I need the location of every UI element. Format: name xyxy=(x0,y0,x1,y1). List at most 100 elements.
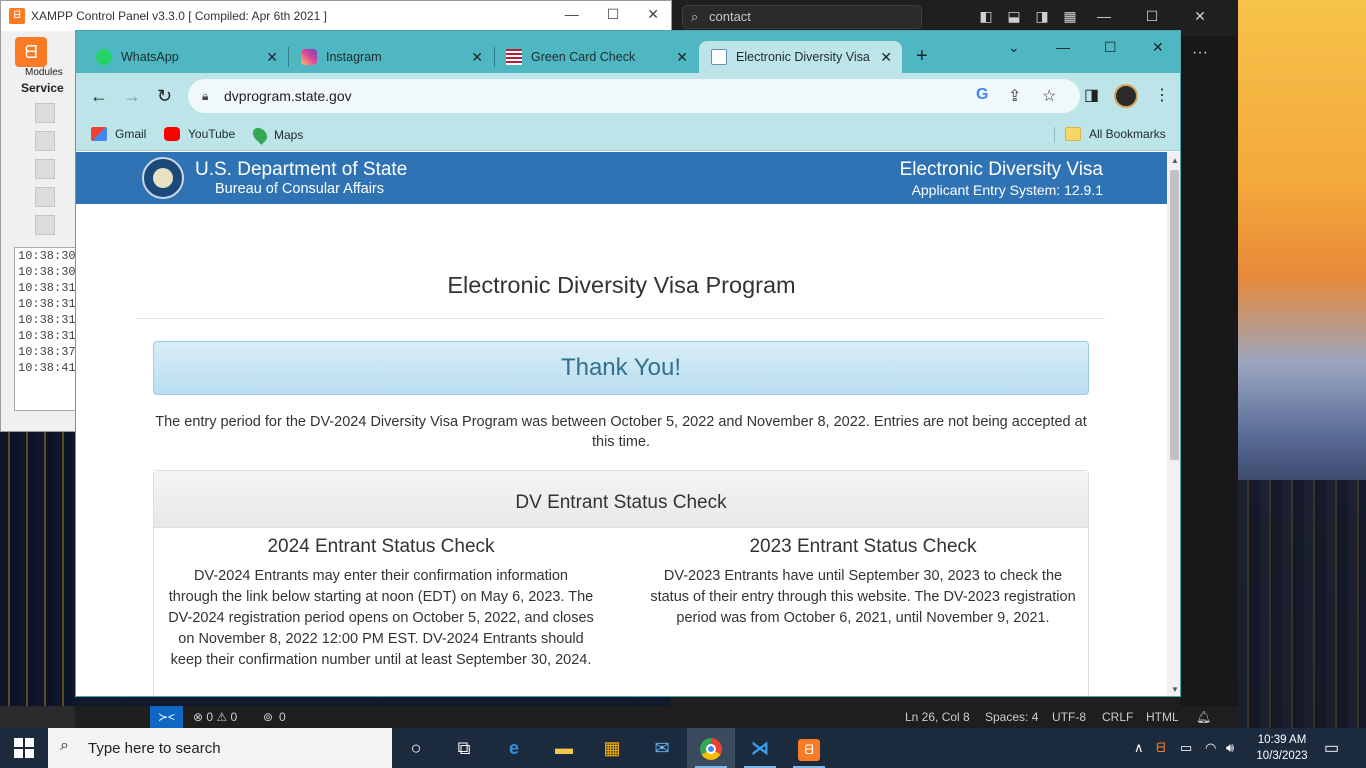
share-icon[interactable]: ⇪ xyxy=(1008,86,1021,106)
customize-layout-icon[interactable]: ▦ xyxy=(1060,8,1080,25)
line-ending[interactable]: CRLF xyxy=(1102,710,1133,724)
windows-start-icon[interactable] xyxy=(14,738,34,758)
cortana-icon[interactable]: ○ xyxy=(392,728,440,768)
xampp-minimize-icon[interactable]: — xyxy=(565,6,579,23)
service-checkbox[interactable] xyxy=(35,215,55,235)
forward-icon[interactable]: → xyxy=(123,86,141,107)
scroll-up-icon[interactable]: ▲ xyxy=(1171,156,1179,165)
menu-kebab-icon[interactable]: ⋮ xyxy=(1154,85,1170,105)
log-line: 10:38:31 A xyxy=(18,297,84,311)
profile-avatar[interactable] xyxy=(1114,84,1138,108)
tab-label: Instagram xyxy=(326,50,382,64)
xampp-taskbar-icon[interactable]: ᗺ xyxy=(785,728,833,768)
service-checkbox[interactable] xyxy=(35,131,55,151)
mail-icon[interactable]: ✉ xyxy=(638,728,686,768)
bureau-name: Bureau of Consular Affairs xyxy=(215,181,384,197)
xampp-tray-icon[interactable]: ᗺ xyxy=(1156,740,1165,756)
close-tab-icon[interactable]: ✕ xyxy=(266,49,278,66)
editor-maximize-icon[interactable]: ☐ xyxy=(1142,8,1162,25)
xampp-log-panel[interactable]: 10:38:30 A 10:38:30 A 10:38:31 A 10:38:3… xyxy=(14,247,84,411)
bookmark-gmail[interactable]: Gmail xyxy=(91,127,146,141)
log-line: 10:38:31 A xyxy=(18,313,84,327)
language-mode[interactable]: HTML xyxy=(1146,710,1179,724)
back-icon[interactable]: ← xyxy=(90,86,108,107)
address-url: dvprogram.state.gov xyxy=(224,88,352,104)
notifications-bell-icon[interactable]: 🔔︎ xyxy=(1196,710,1211,724)
clock-time: 10:39 AM xyxy=(1257,734,1307,746)
page-icon xyxy=(711,49,727,65)
bookmark-maps[interactable]: Maps xyxy=(250,125,304,145)
browser-toolbar: ← → ↻ 🔒︎ dvprogram.state.gov G ⇪ ☆ ◨ ⋮ xyxy=(76,73,1180,119)
remote-indicator-icon[interactable]: ≻< xyxy=(150,706,183,728)
battery-icon[interactable]: ▭ xyxy=(1180,740,1192,756)
address-bar[interactable]: 🔒︎ dvprogram.state.gov G ⇪ ☆ xyxy=(188,79,1080,113)
editor-statusbar: ≻< ⊗ 0 ⚠ 0 ⊚ 0 Ln 26, Col 8 Spaces: 4 UT… xyxy=(75,706,1238,728)
ports-icon[interactable]: ⊚ xyxy=(263,710,273,724)
scrollbar-thumb[interactable] xyxy=(1170,170,1179,460)
tab-whatsapp[interactable]: WhatsApp ✕ xyxy=(76,41,288,73)
file-explorer-icon[interactable]: ▬ xyxy=(540,728,588,768)
google-lens-icon[interactable]: G xyxy=(976,86,988,104)
department-name: U.S. Department of State xyxy=(195,159,408,180)
encoding[interactable]: UTF-8 xyxy=(1052,710,1086,724)
browser-window: WhatsApp ✕ Instagram ✕ Green Card Check … xyxy=(75,30,1181,697)
editor-close-icon[interactable]: ✕ xyxy=(1190,8,1210,25)
maps-icon xyxy=(250,125,270,145)
side-panel-icon[interactable]: ◨ xyxy=(1084,85,1099,105)
taskbar-search[interactable]: ⌕ Type here to search xyxy=(48,728,392,768)
microsoft-store-icon[interactable]: ▦ xyxy=(588,728,636,768)
whatsapp-icon xyxy=(96,49,112,65)
all-bookmarks[interactable]: All Bookmarks xyxy=(1065,127,1166,141)
chrome-icon[interactable] xyxy=(687,728,735,768)
volume-icon[interactable]: 🔊︎ xyxy=(1226,740,1234,756)
toggle-sidebar-icon[interactable]: ◧ xyxy=(976,8,996,25)
toggle-secondary-sidebar-icon[interactable]: ◨ xyxy=(1032,8,1052,25)
ports-count[interactable]: 0 xyxy=(279,710,286,724)
browser-close-icon[interactable]: ✕ xyxy=(1152,39,1164,56)
close-tab-icon[interactable]: ✕ xyxy=(676,49,688,66)
service-checkbox[interactable] xyxy=(35,159,55,179)
bookmark-star-icon[interactable]: ☆ xyxy=(1042,86,1056,106)
editor-search-box[interactable]: ⌕ contact xyxy=(682,5,922,29)
xampp-close-icon[interactable]: ✕ xyxy=(647,6,659,23)
service-checkbox[interactable] xyxy=(35,187,55,207)
toggle-panel-icon[interactable]: ⬓ xyxy=(1004,8,1024,25)
system-clock[interactable]: 10:39 AM 10/3/2023 xyxy=(1254,732,1310,764)
bookmark-youtube[interactable]: YouTube xyxy=(164,127,235,141)
page-scrollbar[interactable]: ▲ ▼ xyxy=(1167,152,1180,696)
problems-indicator[interactable]: ⊗ 0 ⚠ 0 xyxy=(193,710,237,724)
service-checkbox[interactable] xyxy=(35,103,55,123)
close-tab-icon[interactable]: ✕ xyxy=(880,49,892,66)
new-tab-icon[interactable]: + xyxy=(916,45,928,68)
action-center-icon[interactable]: ▭ xyxy=(1324,738,1339,758)
indentation[interactable]: Spaces: 4 xyxy=(985,710,1038,724)
tab-electronic-diversity-visa[interactable]: Electronic Diversity Visa ✕ xyxy=(699,41,902,73)
close-tab-icon[interactable]: ✕ xyxy=(471,49,483,66)
divider xyxy=(137,318,1105,319)
log-line: 10:38:31 A xyxy=(18,281,84,295)
vscode-icon[interactable]: ⋊ xyxy=(736,728,784,768)
tab-search-icon[interactable]: ⌄ xyxy=(1008,39,1020,56)
tab-green-card-check[interactable]: Green Card Check ✕ xyxy=(486,41,698,73)
scroll-down-icon[interactable]: ▼ xyxy=(1171,685,1179,694)
log-line: 10:38:31 A xyxy=(18,329,84,343)
thank-you-alert: Thank You! xyxy=(153,341,1089,395)
reload-icon[interactable]: ↻ xyxy=(157,86,172,107)
task-view-icon[interactable]: ⧉ xyxy=(440,728,488,768)
edge-icon[interactable]: e xyxy=(490,728,538,768)
cursor-position[interactable]: Ln 26, Col 8 xyxy=(905,710,970,724)
wifi-icon[interactable]: ◠ xyxy=(1205,740,1216,756)
gmail-icon xyxy=(91,127,107,141)
more-actions-icon[interactable]: ··· xyxy=(1192,44,1208,62)
browser-maximize-icon[interactable]: ☐ xyxy=(1104,39,1117,56)
status-check-2024-heading: 2024 Entrant Status Check xyxy=(267,536,495,557)
xampp-maximize-icon[interactable]: ☐ xyxy=(607,6,620,23)
browser-minimize-icon[interactable]: — xyxy=(1056,39,1070,55)
tab-instagram[interactable]: Instagram ✕ xyxy=(281,41,493,73)
folder-icon xyxy=(1065,127,1081,141)
log-line: 10:38:30 A xyxy=(18,249,84,263)
editor-minimize-icon[interactable]: — xyxy=(1094,8,1114,24)
bookmark-label: Maps xyxy=(274,128,304,142)
show-hidden-icons[interactable]: ∧ xyxy=(1134,740,1144,756)
bookmarks-divider xyxy=(1054,127,1055,143)
